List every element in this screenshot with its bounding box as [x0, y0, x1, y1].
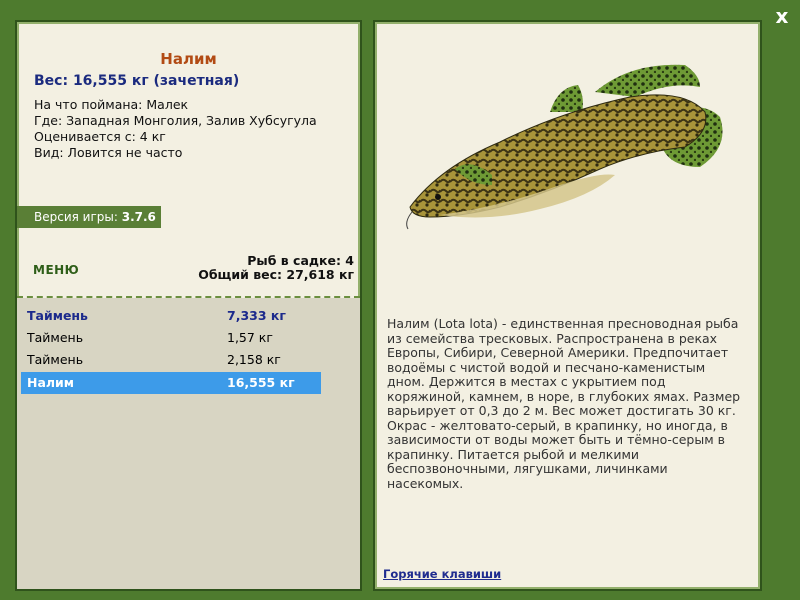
location-info: Где: Западная Монголия, Залив Хубсугула	[34, 113, 317, 128]
cage-count: Рыб в садке: 4	[247, 253, 354, 268]
threshold-label: Оценивается с:	[34, 129, 136, 144]
fish-description-panel: Налим (Lota lota) - единственная преснов…	[373, 20, 762, 591]
location-value: Западная Монголия, Залив Хубсугула	[66, 113, 317, 128]
threshold-value: 4 кг	[139, 129, 166, 144]
catch-fish-name: Таймень	[27, 330, 84, 345]
fish-description: Налим (Lota lota) - единственная преснов…	[387, 316, 741, 491]
trophy-threshold-info: Оценивается с: 4 кг	[34, 129, 166, 144]
catch-fish-weight: 16,555 кг	[227, 375, 295, 390]
catch-fish-weight: 1,57 кг	[227, 330, 273, 345]
catch-info-panel: Налим Вес: 16,555 кг (зачетная) На что п…	[15, 20, 362, 591]
catch-fish-name: Налим	[27, 375, 75, 390]
catch-list-row-selected[interactable]: Налим 16,555 кг	[21, 372, 321, 394]
burbot-fish-image	[406, 64, 723, 230]
hotkeys-link[interactable]: Горячие клавиши	[383, 567, 501, 581]
version-value: 3.7.6	[121, 210, 156, 224]
bait-info: На что поймана: Малек	[34, 97, 188, 112]
catch-list-row[interactable]: Таймень 1,57 кг	[21, 328, 321, 348]
cage-summary: Рыб в садке: 4 Общий вес: 27,618 кг	[198, 254, 354, 282]
version-label: Версия игры:	[34, 210, 118, 224]
fish-weight: Вес: 16,555 кг (зачетная)	[34, 73, 240, 89]
fish-name-title: Налим	[160, 50, 217, 68]
rarity-label: Вид:	[34, 145, 64, 160]
rarity-info: Вид: Ловится не часто	[34, 145, 182, 160]
catch-fish-weight: 7,333 кг	[227, 308, 286, 323]
version-badge: Версия игры: 3.7.6	[17, 206, 161, 228]
bait-value: Малек	[146, 97, 189, 112]
catch-list: Таймень 7,333 кг Таймень 1,57 кг Таймень…	[17, 298, 360, 589]
location-label: Где:	[34, 113, 63, 128]
close-icon[interactable]: x	[772, 6, 792, 26]
bait-label: На что поймана:	[34, 97, 143, 112]
catch-fish-weight: 2,158 кг	[227, 352, 281, 367]
rarity-value: Ловится не часто	[67, 145, 183, 160]
catch-fish-name: Таймень	[27, 352, 84, 367]
catch-fish-name: Таймень	[27, 308, 88, 323]
catch-list-row[interactable]: Таймень 2,158 кг	[21, 350, 321, 370]
catch-list-row[interactable]: Таймень 7,333 кг	[21, 306, 321, 326]
menu-button[interactable]: МЕНЮ	[33, 263, 79, 277]
cage-total-weight: Общий вес: 27,618 кг	[198, 267, 354, 282]
